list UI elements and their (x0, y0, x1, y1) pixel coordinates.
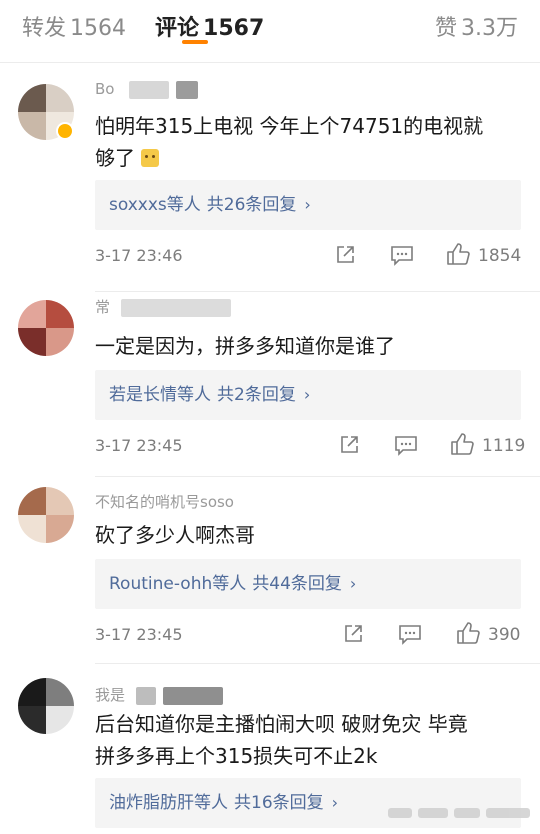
active-tab-indicator (182, 40, 208, 44)
reply-suffix: 等人 (177, 385, 211, 405)
comment-text-line: 拼多多再上个315损失可不止2k (95, 744, 378, 768)
tab-comments-count: 1567 (203, 16, 265, 41)
comment-text: 后台知道你是主播怕闹大呗 破财免灾 毕竟 拼多多再上个315损失可不止2k (95, 708, 525, 772)
reply-suffix: 等人 (166, 195, 201, 215)
comment-time: 3-17 23:45 (95, 436, 183, 455)
reply-user: 若是长情 (109, 385, 177, 405)
tab-reposts-count: 1564 (70, 16, 127, 41)
comment-username[interactable]: Bo (95, 80, 199, 99)
username-blur (129, 80, 170, 99)
comment-item: 不知名的哨机号soso 砍了多少人啊杰哥 Routine-ohh等人 共44条回复… (0, 477, 540, 664)
username-text: Bo (95, 80, 115, 98)
comment-text-line: 砍了多少人啊杰哥 (95, 523, 255, 547)
comment-text: 怕明年315上电视 今年上个74751的电视就 够了 (95, 110, 525, 174)
comment-tabs: 转发 1564 评论 1567 赞 3.3万 (0, 0, 540, 63)
thumbs-up-icon[interactable] (456, 621, 480, 645)
reply-user: Routine-ohh (109, 574, 213, 594)
reply-summary[interactable]: soxxxs等人 共26条回复 › (95, 180, 521, 230)
tab-comments[interactable]: 评论 1567 (155, 10, 264, 42)
reply-summary[interactable]: Routine-ohh等人 共44条回复 › (95, 559, 521, 609)
comment-time: 3-17 23:45 (95, 625, 183, 644)
comment-item: 常 一定是因为，拼多多知道你是谁了 若是长情等人 共2条回复 › 3-17 23:4… (0, 292, 540, 477)
comment-icon[interactable] (390, 244, 414, 266)
chevron-right-icon: › (331, 793, 339, 812)
username-blur (120, 298, 231, 317)
tab-reposts-label: 转发 (22, 16, 67, 41)
tab-likes[interactable]: 赞 3.3万 (435, 10, 518, 42)
reply-count: 共44条回复 (252, 574, 342, 594)
username-blur (162, 686, 223, 705)
comment-text: 砍了多少人啊杰哥 (95, 519, 525, 551)
username-text: 不知名的哨机号soso (95, 493, 234, 511)
tab-reposts[interactable]: 转发 1564 (22, 10, 126, 42)
comment-icon[interactable] (394, 434, 418, 456)
thumbs-up-icon[interactable] (446, 242, 470, 266)
username-blur (176, 80, 199, 99)
avatar[interactable] (18, 678, 74, 734)
share-icon[interactable] (334, 244, 356, 266)
comment-time: 3-17 23:46 (95, 246, 183, 265)
username-blur (135, 686, 156, 705)
reply-user: soxxxs (109, 195, 167, 215)
thumbs-up-icon[interactable] (450, 432, 474, 456)
comment-item: Bo 怕明年315上电视 今年上个74751的电视就 够了 soxxxs等人 共2… (0, 62, 540, 292)
chevron-right-icon: › (303, 385, 311, 404)
comment-text-line: 后台知道你是主播怕闹大呗 破财免灾 毕竟 (95, 712, 468, 736)
tab-comments-label: 评论 (155, 16, 200, 41)
username-text: 我是 (95, 686, 126, 704)
avatar[interactable] (18, 487, 74, 543)
comment-text-line: 够了 (95, 146, 135, 170)
doge-emoji-icon (141, 149, 160, 167)
chevron-right-icon: › (349, 574, 357, 593)
username-text: 常 (95, 298, 111, 316)
comment-text-line: 一定是因为，拼多多知道你是谁了 (95, 334, 395, 358)
reply-count: 共16条回复 (234, 793, 324, 813)
like-count: 1854 (478, 246, 522, 266)
reply-suffix: 等人 (194, 793, 228, 813)
vip-badge-icon (56, 122, 74, 140)
tab-likes-count: 3.3万 (461, 16, 518, 41)
chevron-right-icon: › (304, 195, 311, 214)
comment-username[interactable]: 我是 (95, 684, 223, 705)
reply-summary[interactable]: 若是长情等人 共2条回复 › (95, 370, 521, 420)
comment-icon[interactable] (398, 623, 422, 645)
reply-user: 油炸脂肪肝 (109, 793, 194, 813)
share-icon[interactable] (338, 434, 360, 456)
reply-count: 共2条回复 (217, 385, 296, 405)
tab-likes-label: 赞 (434, 16, 457, 41)
comment-text-line: 怕明年315上电视 今年上个74751的电视就 (95, 114, 484, 138)
share-icon[interactable] (342, 623, 364, 645)
comment-username[interactable]: 常 (95, 296, 231, 317)
avatar[interactable] (18, 300, 74, 356)
like-count: 1119 (482, 436, 526, 456)
comment-username[interactable]: 不知名的哨机号soso (95, 491, 234, 512)
like-count: 390 (488, 625, 521, 645)
watermark (388, 800, 533, 826)
reply-suffix: 等人 (212, 574, 247, 594)
reply-count: 共26条回复 (206, 195, 297, 215)
comment-text: 一定是因为，拼多多知道你是谁了 (95, 330, 525, 362)
